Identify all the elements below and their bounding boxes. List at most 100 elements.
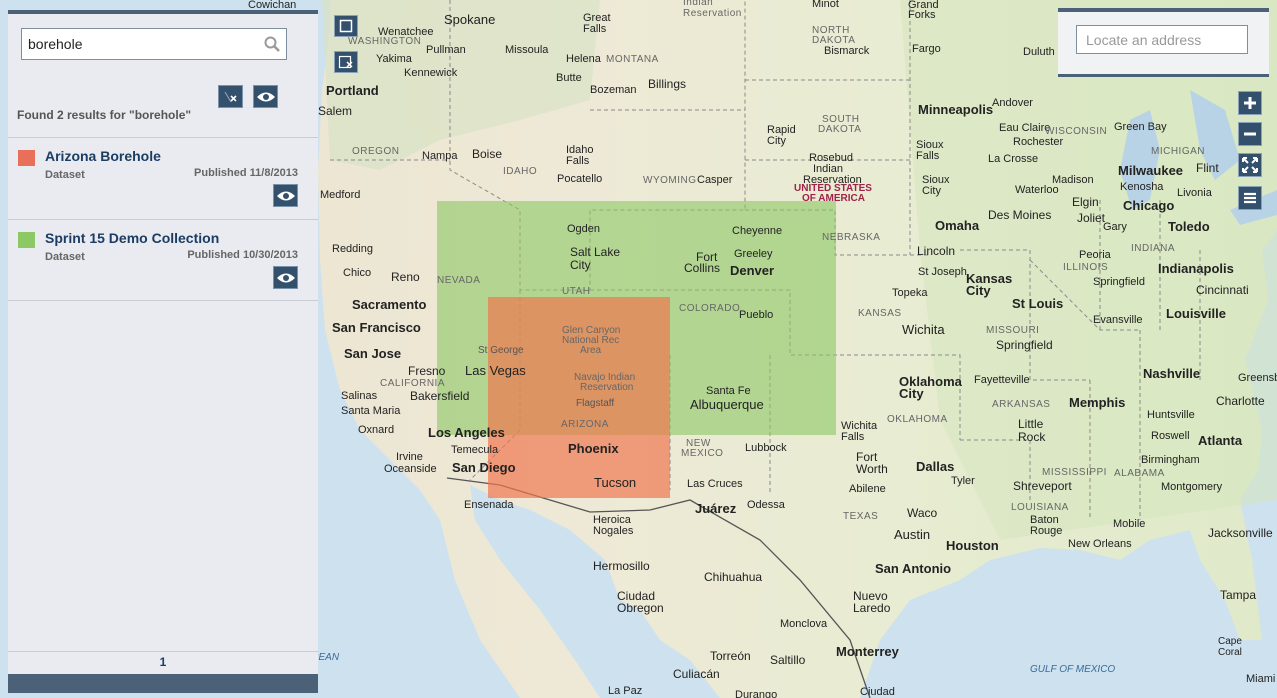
toggle-visibility-button[interactable] <box>273 266 298 289</box>
svg-text:Milwaukee: Milwaukee <box>1118 163 1183 178</box>
svg-text:ILLINOIS: ILLINOIS <box>1063 262 1108 273</box>
svg-text:Austin: Austin <box>894 527 930 542</box>
layers-button[interactable] <box>1238 186 1262 210</box>
svg-text:Durango: Durango <box>735 689 777 698</box>
result-title[interactable]: Arizona Borehole <box>45 148 161 164</box>
svg-text:Indianapolis: Indianapolis <box>1158 261 1234 276</box>
svg-text:Pueblo: Pueblo <box>739 309 773 321</box>
svg-text:Temecula: Temecula <box>451 444 499 456</box>
svg-text:Obregon: Obregon <box>617 601 664 615</box>
svg-text:Redding: Redding <box>332 243 373 255</box>
clear-extent-icon <box>338 55 353 69</box>
svg-text:UTAH: UTAH <box>562 286 590 297</box>
svg-text:Yakima: Yakima <box>376 53 413 65</box>
svg-text:Huntsville: Huntsville <box>1147 409 1195 421</box>
full-extent-button[interactable] <box>1238 153 1262 177</box>
search-icon[interactable] <box>264 36 280 57</box>
svg-text:Forks: Forks <box>908 9 936 21</box>
list-item[interactable]: Sprint 15 Demo Collection Dataset Publis… <box>8 219 318 301</box>
svg-text:Nashville: Nashville <box>1143 366 1200 381</box>
svg-text:Las Cruces: Las Cruces <box>687 478 743 490</box>
svg-text:KANSAS: KANSAS <box>858 308 902 319</box>
svg-text:Lincoln: Lincoln <box>917 244 955 258</box>
svg-text:Denver: Denver <box>730 263 774 278</box>
svg-text:ALABAMA: ALABAMA <box>1114 468 1165 479</box>
svg-text:San Antonio: San Antonio <box>875 561 951 576</box>
svg-text:NEBRASKA: NEBRASKA <box>822 232 880 243</box>
svg-text:Reservation: Reservation <box>683 8 742 19</box>
svg-text:Chico: Chico <box>343 267 371 279</box>
svg-text:Kennewick: Kennewick <box>404 67 458 79</box>
svg-text:MISSISSIPPI: MISSISSIPPI <box>1042 467 1107 478</box>
draw-extent-button[interactable] <box>334 15 358 37</box>
svg-text:City: City <box>966 283 991 298</box>
clear-extent-button[interactable] <box>334 51 358 73</box>
svg-text:Falls: Falls <box>841 431 865 443</box>
clear-icon <box>224 91 237 102</box>
layers-icon <box>1244 192 1256 204</box>
svg-text:Andover: Andover <box>992 97 1033 109</box>
search-box <box>21 28 287 60</box>
clear-results-button[interactable] <box>218 85 243 108</box>
svg-text:Greensboro: Greensboro <box>1238 372 1277 384</box>
svg-text:Reservation: Reservation <box>580 382 633 393</box>
toggle-visibility-button[interactable] <box>273 184 298 207</box>
show-all-button[interactable] <box>253 85 278 108</box>
svg-text:OREGON: OREGON <box>352 146 399 157</box>
svg-text:Springfield: Springfield <box>996 338 1053 352</box>
svg-text:Monterrey: Monterrey <box>836 644 900 659</box>
svg-text:Los Angeles: Los Angeles <box>428 425 505 440</box>
svg-text:New Orleans: New Orleans <box>1068 538 1132 550</box>
svg-text:Rouge: Rouge <box>1030 525 1062 537</box>
svg-text:COLORADO: COLORADO <box>679 303 740 314</box>
svg-text:Indian: Indian <box>683 0 713 8</box>
plus-icon <box>1244 97 1256 109</box>
svg-text:Casper: Casper <box>697 174 733 186</box>
svg-text:Laredo: Laredo <box>853 601 891 615</box>
svg-text:OKLAHOMA: OKLAHOMA <box>887 414 948 425</box>
search-input[interactable] <box>22 29 258 59</box>
results-panel: Found 2 results for "borehole" Arizona B… <box>8 10 318 693</box>
svg-text:IDAHO: IDAHO <box>503 166 537 177</box>
svg-text:Nogales: Nogales <box>593 525 634 537</box>
svg-text:Eau Claire: Eau Claire <box>999 122 1050 134</box>
result-title[interactable]: Sprint 15 Demo Collection <box>45 230 219 246</box>
svg-text:Irvine: Irvine <box>396 451 423 463</box>
svg-text:Greeley: Greeley <box>734 248 773 260</box>
svg-text:Falls: Falls <box>916 150 940 162</box>
svg-text:Spokane: Spokane <box>444 12 495 27</box>
page-link[interactable]: 1 <box>160 655 167 669</box>
svg-text:Charlotte: Charlotte <box>1216 394 1265 408</box>
results-count-text: Found 2 results for "borehole" <box>17 108 192 122</box>
svg-text:Minot: Minot <box>812 0 839 10</box>
svg-text:St George: St George <box>478 345 524 356</box>
svg-text:OF AMERICA: OF AMERICA <box>802 193 865 204</box>
svg-text:Tampa: Tampa <box>1220 588 1256 602</box>
color-swatch <box>18 150 35 166</box>
zoom-out-button[interactable] <box>1238 122 1262 146</box>
svg-text:Dallas: Dallas <box>916 459 954 474</box>
locate-address-input[interactable] <box>1076 25 1248 54</box>
list-item[interactable]: Arizona Borehole Dataset Published 11/8/… <box>8 137 318 219</box>
svg-text:Cape: Cape <box>1218 636 1242 647</box>
svg-text:Falls: Falls <box>583 23 607 35</box>
zoom-in-button[interactable] <box>1238 91 1262 115</box>
panel-footer <box>8 674 318 693</box>
svg-text:Birmingham: Birmingham <box>1141 454 1200 466</box>
svg-text:Louisville: Louisville <box>1166 306 1226 321</box>
svg-text:Miami: Miami <box>1246 673 1275 685</box>
svg-text:Juárez: Juárez <box>695 501 737 516</box>
svg-text:Memphis: Memphis <box>1069 395 1125 410</box>
svg-text:Minneapolis: Minneapolis <box>918 102 993 117</box>
svg-text:WISCONSIN: WISCONSIN <box>1045 126 1107 137</box>
svg-text:Worth: Worth <box>856 462 888 476</box>
svg-text:Joliet: Joliet <box>1077 211 1106 225</box>
svg-text:Oxnard: Oxnard <box>358 424 394 436</box>
svg-text:Atlanta: Atlanta <box>1198 433 1243 448</box>
svg-text:Las Vegas: Las Vegas <box>465 363 526 378</box>
svg-text:Rock: Rock <box>1018 430 1046 444</box>
svg-text:Phoenix: Phoenix <box>568 441 619 456</box>
svg-text:Nampa: Nampa <box>422 150 458 162</box>
svg-text:Kenosha: Kenosha <box>1120 181 1164 193</box>
svg-text:La Crosse: La Crosse <box>988 153 1038 165</box>
